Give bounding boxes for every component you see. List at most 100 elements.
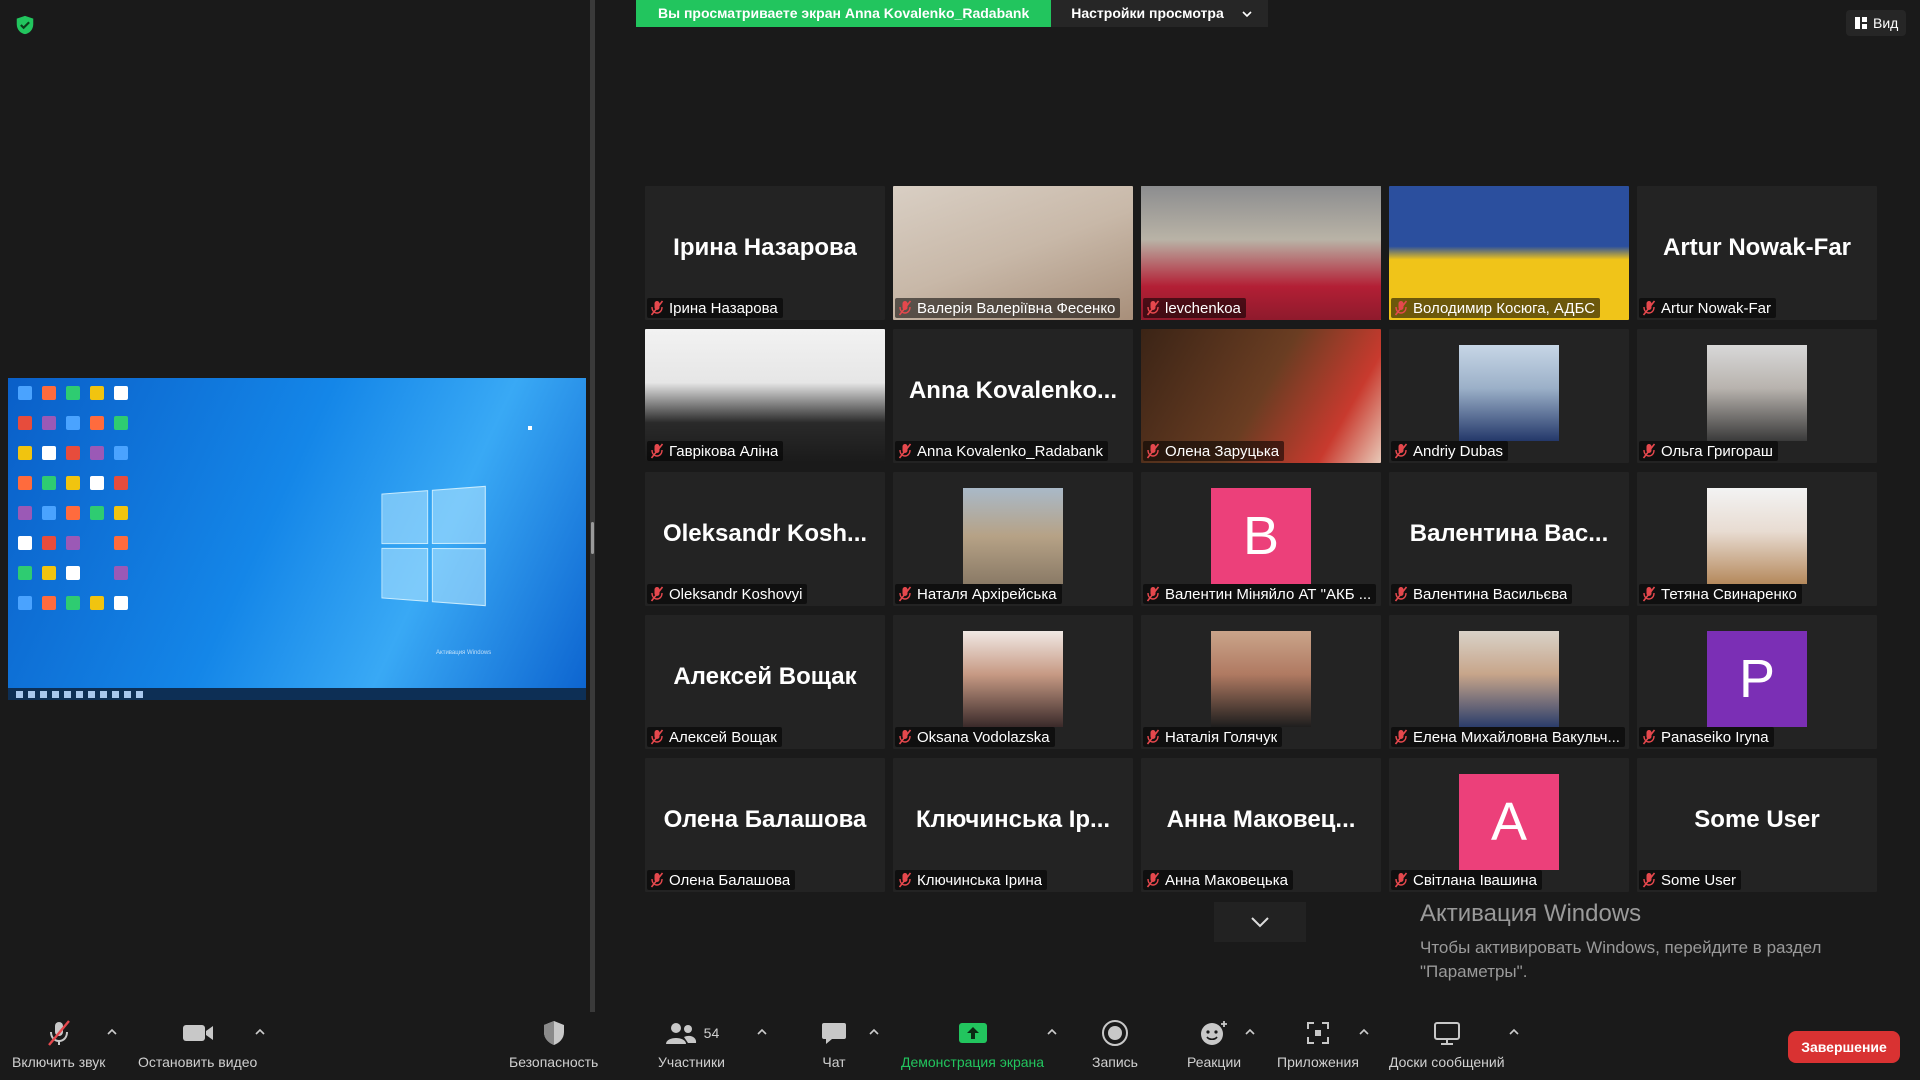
- shield-icon: [543, 1021, 564, 1045]
- participant-name: Ольга Григораш: [1661, 442, 1773, 460]
- whiteboards-button[interactable]: Доски сообщений: [1389, 1018, 1505, 1070]
- mic-muted-icon: [898, 300, 912, 316]
- participant-tile[interactable]: Наталія Голячук: [1141, 615, 1381, 749]
- participant-display-name: Алексей Вощак: [673, 663, 857, 690]
- desktop-app-icon: [18, 476, 32, 490]
- divider-drag-handle[interactable]: [591, 522, 594, 554]
- desktop-app-icon: [66, 476, 80, 490]
- participant-display-name: Artur Nowak-Far: [1662, 234, 1852, 261]
- taskbar-app-icon: [16, 691, 23, 698]
- participant-tile[interactable]: Ключинська Ір... Ключинська Ірина: [893, 758, 1133, 892]
- whiteboards-caret-icon[interactable]: [1508, 1028, 1520, 1036]
- participant-name-bar: Анна Маковецька: [1143, 870, 1293, 890]
- record-button[interactable]: Запись: [1092, 1018, 1138, 1070]
- desktop-app-icon: [114, 386, 128, 400]
- mic-muted-icon: [1146, 443, 1160, 459]
- taskbar-app-icon: [124, 691, 131, 698]
- reactions-button[interactable]: Реакции: [1187, 1018, 1241, 1070]
- participant-tile[interactable]: Andriy Dubas: [1389, 329, 1629, 463]
- desktop-app-icon: [18, 446, 32, 460]
- mic-muted-icon: [1394, 443, 1408, 459]
- participant-name-bar: levchenkoa: [1143, 298, 1246, 318]
- participant-tile[interactable]: Oksana Vodolazska: [893, 615, 1133, 749]
- participant-display-name: Ірина Назарова: [673, 234, 857, 261]
- participant-name: Ключинська Ірина: [917, 871, 1043, 889]
- participant-name: Анна Маковецька: [1165, 871, 1288, 889]
- chat-label: Чат: [822, 1054, 846, 1070]
- pane-divider[interactable]: [590, 0, 595, 1012]
- participant-name-bar: Ірина Назарова: [647, 298, 783, 318]
- participant-tile[interactable]: Елена Михайловна Вакульч...: [1389, 615, 1629, 749]
- participant-tile[interactable]: B Валентин Міняйло АТ "АКБ ...: [1141, 472, 1381, 606]
- participant-tile[interactable]: Олена Балашова Олена Балашова: [645, 758, 885, 892]
- reactions-label: Реакции: [1187, 1054, 1242, 1070]
- participants-button[interactable]: 54 Участники: [658, 1018, 725, 1070]
- mic-muted-icon: [650, 443, 664, 459]
- mic-muted-icon: [650, 586, 664, 602]
- participant-name-bar: Валентин Міняйло АТ "АКБ ...: [1143, 584, 1377, 604]
- end-meeting-button[interactable]: Завершение: [1788, 1031, 1900, 1063]
- view-settings-label: Настройки просмотра: [1071, 5, 1224, 21]
- apps-caret-icon[interactable]: [1358, 1028, 1370, 1036]
- participant-tile[interactable]: Анна Маковец... Анна Маковецька: [1141, 758, 1381, 892]
- whiteboards-label: Доски сообщений: [1389, 1054, 1505, 1070]
- participant-tile[interactable]: Ірина Назарова Ірина Назарова: [645, 186, 885, 320]
- security-shield-icon[interactable]: [14, 14, 36, 36]
- participant-tile[interactable]: levchenkoa: [1141, 186, 1381, 320]
- share-screen-button[interactable]: Демонстрация экрана: [901, 1018, 1044, 1070]
- unmute-button[interactable]: Включить звук: [12, 1018, 105, 1070]
- view-settings-button[interactable]: Настройки просмотра: [1051, 0, 1268, 27]
- participant-name-bar: Олена Заруцька: [1143, 441, 1285, 461]
- participant-name: Artur Nowak-Far: [1661, 299, 1772, 317]
- participants-count: 54: [703, 1025, 720, 1041]
- taskbar-app-icon: [136, 691, 143, 698]
- shared-screen-thumbnail[interactable]: Активация Windows: [8, 378, 586, 700]
- taskbar-app-icon: [28, 691, 35, 698]
- participant-name-bar: Ольга Григораш: [1639, 441, 1778, 461]
- participant-tile[interactable]: Володимир Косюга, АДБС: [1389, 186, 1629, 320]
- participants-icon: [665, 1023, 696, 1044]
- participant-name-bar: Елена Михайловна Вакульч...: [1391, 727, 1625, 747]
- apps-button[interactable]: Приложения: [1277, 1018, 1359, 1070]
- desktop-app-icon: [18, 506, 32, 520]
- video-options-caret-icon[interactable]: [254, 1028, 266, 1036]
- mic-muted-icon: [898, 872, 912, 888]
- view-button[interactable]: Вид: [1846, 10, 1907, 36]
- participant-tile[interactable]: Тетяна Свинаренко: [1637, 472, 1877, 606]
- participant-tile[interactable]: Олена Заруцька: [1141, 329, 1381, 463]
- windows-activation-watermark: Активация Windows Чтобы активировать Win…: [1420, 900, 1880, 984]
- participant-tile[interactable]: Алексей Вощак Алексей Вощак: [645, 615, 885, 749]
- chat-button[interactable]: Чат: [820, 1018, 848, 1070]
- participant-tile[interactable]: Artur Nowak-Far Artur Nowak-Far: [1637, 186, 1877, 320]
- participants-caret-icon[interactable]: [756, 1028, 768, 1036]
- gallery-scroll-down-button[interactable]: [1214, 902, 1306, 942]
- participant-tile[interactable]: Валерія Валеріївна Фесенко: [893, 186, 1133, 320]
- chat-caret-icon[interactable]: [868, 1028, 880, 1036]
- audio-options-caret-icon[interactable]: [106, 1028, 118, 1036]
- participant-tile[interactable]: A Світлана Івашина: [1389, 758, 1629, 892]
- reactions-caret-icon[interactable]: [1244, 1028, 1256, 1036]
- mic-muted-icon: [650, 729, 664, 745]
- participant-name-bar: Валентина Васильєва: [1391, 584, 1573, 604]
- participant-name: Some User: [1661, 871, 1737, 889]
- participant-tile[interactable]: Валентина Вас... Валентина Васильєва: [1389, 472, 1629, 606]
- desktop-app-icon: [114, 596, 128, 610]
- participant-tile[interactable]: Anna Kovalenko... Anna Kovalenko_Radabank: [893, 329, 1133, 463]
- mic-muted-icon: [1146, 586, 1160, 602]
- participant-tile[interactable]: Гаврікова Аліна: [645, 329, 885, 463]
- participant-name: Oleksandr Koshovyi: [669, 585, 803, 603]
- desktop-app-icon: [66, 536, 80, 550]
- participant-photo: [1459, 631, 1559, 727]
- stop-video-button[interactable]: Остановить видео: [138, 1018, 257, 1070]
- participant-tile[interactable]: Наталя Архірейська: [893, 472, 1133, 606]
- chat-bubble-icon: [822, 1023, 846, 1044]
- desktop-app-icon: [114, 566, 128, 580]
- participant-tile[interactable]: Oleksandr Kosh... Oleksandr Koshovyi: [645, 472, 885, 606]
- share-screen-caret-icon[interactable]: [1046, 1028, 1058, 1036]
- participant-tile[interactable]: P Panaseiko Iryna: [1637, 615, 1877, 749]
- participant-tile[interactable]: Some User Some User: [1637, 758, 1877, 892]
- mic-muted-icon: [1394, 300, 1408, 316]
- desktop-app-icon: [114, 446, 128, 460]
- security-button[interactable]: Безопасность: [509, 1018, 598, 1070]
- participant-tile[interactable]: Ольга Григораш: [1637, 329, 1877, 463]
